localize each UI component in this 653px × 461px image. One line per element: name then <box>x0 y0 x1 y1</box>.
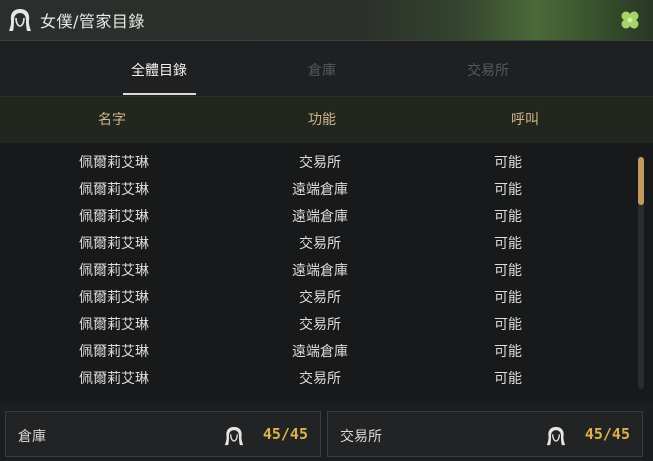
row-call: 可能 <box>494 236 522 252</box>
row-function: 遠端倉庫 <box>292 182 348 198</box>
column-header-call: 呼叫 <box>511 112 539 128</box>
table-row[interactable]: 佩爾莉艾琳 遠端倉庫 可能 <box>0 175 630 202</box>
row-function: 交易所 <box>299 236 341 252</box>
row-function: 交易所 <box>299 371 341 387</box>
market-summary: 交易所 45/45 <box>327 411 643 457</box>
table-row[interactable]: 佩爾莉艾琳 交易所 可能 <box>0 283 630 310</box>
tab-warehouse[interactable]: 倉庫 <box>308 60 336 80</box>
row-name: 佩爾莉艾琳 <box>79 236 149 252</box>
row-function: 交易所 <box>299 155 341 171</box>
row-function: 遠端倉庫 <box>292 344 348 360</box>
table-row[interactable]: 佩爾莉艾琳 遠端倉庫 可能 <box>0 337 630 364</box>
table-header: 名字 功能 呼叫 <box>0 96 653 144</box>
clover-icon[interactable] <box>619 9 641 31</box>
title-bar: 女僕/管家目錄 <box>0 0 653 41</box>
row-call: 可能 <box>494 182 522 198</box>
row-name: 佩爾莉艾琳 <box>79 263 149 279</box>
window-title: 女僕/管家目錄 <box>40 12 145 31</box>
market-summary-label: 交易所 <box>340 429 382 445</box>
warehouse-summary-label: 倉庫 <box>18 429 46 445</box>
row-function: 遠端倉庫 <box>292 263 348 279</box>
row-call: 可能 <box>494 263 522 279</box>
row-name: 佩爾莉艾琳 <box>79 155 149 171</box>
row-name: 佩爾莉艾琳 <box>79 317 149 333</box>
maid-icon <box>224 426 244 446</box>
table-row[interactable]: 佩爾莉艾琳 交易所 可能 <box>0 364 630 391</box>
tab-bar: 全體目錄 倉庫 交易所 <box>0 41 653 96</box>
market-count: 45/45 <box>584 425 630 443</box>
table-row[interactable]: 佩爾莉艾琳 遠端倉庫 可能 <box>0 202 630 229</box>
row-call: 可能 <box>494 344 522 360</box>
row-call: 可能 <box>494 317 522 333</box>
active-tab-indicator <box>123 93 196 95</box>
warehouse-summary: 倉庫 45/45 <box>5 411 321 457</box>
tab-market[interactable]: 交易所 <box>467 60 509 80</box>
column-header-name: 名字 <box>98 112 126 128</box>
column-header-function: 功能 <box>308 112 336 128</box>
row-function: 交易所 <box>299 290 341 306</box>
row-function: 遠端倉庫 <box>292 209 348 225</box>
scrollbar-thumb[interactable] <box>638 157 644 205</box>
row-name: 佩爾莉艾琳 <box>79 182 149 198</box>
row-name: 佩爾莉艾琳 <box>79 290 149 306</box>
maid-icon <box>9 9 31 31</box>
table-row[interactable]: 佩爾莉艾琳 交易所 可能 <box>0 229 630 256</box>
row-function: 交易所 <box>299 317 341 333</box>
tab-all-list[interactable]: 全體目錄 <box>131 60 187 80</box>
table-row[interactable]: 佩爾莉艾琳 交易所 可能 <box>0 310 630 337</box>
row-call: 可能 <box>494 209 522 225</box>
maid-icon <box>546 426 566 446</box>
table-row[interactable]: 佩爾莉艾琳 遠端倉庫 可能 <box>0 256 630 283</box>
maid-list: 佩爾莉艾琳 交易所 可能 佩爾莉艾琳 遠端倉庫 可能 佩爾莉艾琳 遠端倉庫 可能… <box>0 143 653 401</box>
warehouse-count: 45/45 <box>262 425 308 443</box>
row-call: 可能 <box>494 155 522 171</box>
row-name: 佩爾莉艾琳 <box>79 209 149 225</box>
table-row[interactable]: 佩爾莉艾琳 交易所 可能 <box>0 148 630 175</box>
row-name: 佩爾莉艾琳 <box>79 371 149 387</box>
row-call: 可能 <box>494 290 522 306</box>
row-call: 可能 <box>494 371 522 387</box>
row-name: 佩爾莉艾琳 <box>79 344 149 360</box>
